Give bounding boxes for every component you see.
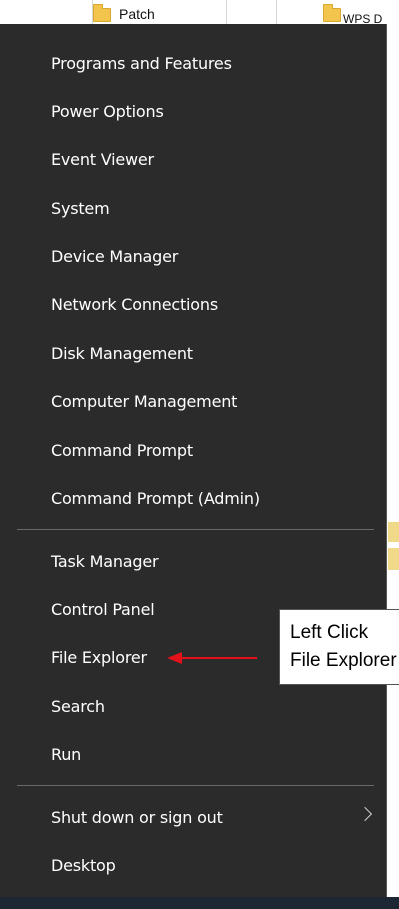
folder-icon	[93, 4, 111, 22]
menu-item-label: Command Prompt (Admin)	[51, 488, 260, 508]
explorer-row-highlight	[388, 548, 399, 570]
menu-item-label: Command Prompt	[51, 440, 193, 460]
annotation-line-1: Left Click	[290, 622, 369, 643]
menu-item-label: Programs and Features	[51, 53, 232, 73]
winx-menu: Programs and Features Power Options Even…	[0, 24, 387, 897]
arrow-left-icon	[167, 652, 182, 664]
menu-item-programs-and-features[interactable]: Programs and Features	[0, 41, 386, 85]
menu-item-search[interactable]: Search	[0, 684, 386, 728]
menu-separator	[17, 529, 374, 530]
menu-item-label: Power Options	[51, 101, 164, 121]
menu-item-task-manager[interactable]: Task Manager	[0, 539, 386, 583]
annotation-line-2: File Explorer	[290, 650, 397, 671]
menu-item-label: Shut down or sign out	[51, 807, 223, 827]
menu-item-label: System	[51, 198, 110, 218]
folder-label[interactable]: Patch	[119, 6, 155, 22]
menu-item-label: Event Viewer	[51, 149, 154, 169]
annotation-callout: Left Click File Explorer	[279, 609, 399, 685]
menu-item-computer-management[interactable]: Computer Management	[0, 379, 386, 423]
menu-item-event-viewer[interactable]: Event Viewer	[0, 137, 386, 181]
menu-item-command-prompt-admin[interactable]: Command Prompt (Admin)	[0, 476, 386, 520]
explorer-background-column	[388, 20, 399, 580]
menu-item-label: Device Manager	[51, 246, 179, 266]
taskbar	[0, 897, 399, 909]
menu-item-label: Disk Management	[51, 343, 193, 363]
annotation-arrow-shaft	[180, 657, 257, 659]
menu-item-network-connections[interactable]: Network Connections	[0, 282, 386, 326]
menu-item-system[interactable]: System	[0, 186, 386, 230]
folder-icon	[323, 4, 341, 22]
chevron-right-icon	[357, 806, 373, 822]
menu-item-command-prompt[interactable]: Command Prompt	[0, 428, 386, 472]
menu-item-desktop[interactable]: Desktop	[0, 843, 386, 887]
menu-item-label: File Explorer	[51, 647, 147, 667]
menu-item-label: Desktop	[51, 855, 116, 875]
menu-item-device-manager[interactable]: Device Manager	[0, 234, 386, 278]
menu-item-label: Search	[51, 696, 105, 716]
menu-item-power-options[interactable]: Power Options	[0, 89, 386, 133]
menu-item-label: Task Manager	[51, 551, 159, 571]
menu-item-label: Control Panel	[51, 599, 155, 619]
explorer-row-highlight	[388, 522, 399, 542]
menu-item-shut-down-or-sign-out[interactable]: Shut down or sign out	[0, 795, 386, 839]
menu-item-label: Network Connections	[51, 294, 218, 314]
menu-item-label: Run	[51, 744, 82, 764]
menu-item-run[interactable]: Run	[0, 732, 386, 776]
menu-item-label: Computer Management	[51, 391, 238, 411]
menu-separator	[17, 785, 374, 786]
screenshot: Patch WPS D Programs and Features Power …	[0, 0, 399, 909]
menu-item-disk-management[interactable]: Disk Management	[0, 331, 386, 375]
